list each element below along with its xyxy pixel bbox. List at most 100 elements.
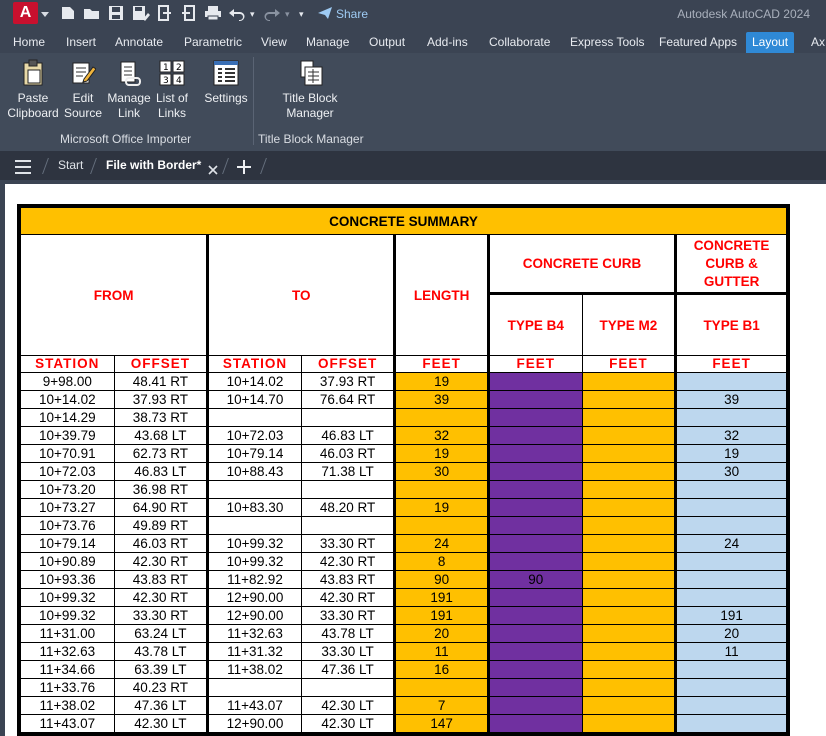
tab-annotate[interactable]: Annotate (115, 33, 163, 53)
cell-from-station: 11+43.07 (20, 714, 115, 733)
save-as-icon[interactable] (132, 5, 150, 23)
cell-type-b1 (675, 714, 787, 733)
tab-home[interactable]: Home (13, 33, 45, 53)
save-to-web-icon[interactable] (181, 5, 197, 23)
panel-label-title-block-manager: Title Block Manager (258, 132, 364, 146)
table-row: 10+73.20 36.98 RT (20, 480, 787, 499)
cell-to-offset: 37.93 RT (300, 372, 397, 391)
tab-layout[interactable]: Layout (746, 32, 795, 53)
cell-type-b4 (487, 624, 583, 643)
app-menu-arrow-icon[interactable] (41, 12, 49, 17)
settings-button[interactable]: Settings (203, 59, 249, 106)
hamburger-menu-icon[interactable] (14, 157, 32, 175)
cell-to-station: 10+83.30 (207, 498, 302, 517)
start-tab[interactable]: Start (58, 151, 83, 180)
tab-insert[interactable]: Insert (66, 33, 96, 53)
cell-type-b1 (675, 498, 787, 517)
header-type-b1: TYPE B1 (675, 292, 787, 356)
cell-type-b1: 11 (675, 642, 787, 661)
cell-from-station: 10+79.14 (20, 534, 115, 553)
header-type-m2: TYPE M2 (581, 292, 678, 356)
cell-from-offset: 36.98 RT (113, 480, 210, 499)
cell-from-offset: 62.73 RT (113, 444, 210, 463)
cell-from-offset: 42.30 RT (113, 588, 210, 607)
share-button[interactable]: Share (318, 5, 368, 23)
cell-length: 7 (394, 696, 490, 715)
svg-text:2: 2 (176, 63, 182, 73)
open-folder-icon[interactable] (83, 5, 101, 23)
close-tab-icon[interactable] (207, 158, 219, 175)
redo-icon[interactable] (263, 5, 281, 23)
cell-type-b1 (675, 588, 787, 607)
undo-dropdown-icon[interactable]: ▾ (250, 5, 255, 23)
tab-parametric[interactable]: Parametric (184, 33, 242, 53)
cell-from-offset: 64.90 RT (113, 498, 210, 517)
undo-icon[interactable] (228, 5, 246, 23)
tab-view[interactable]: View (261, 33, 287, 53)
cell-to-station: 10+88.43 (207, 462, 302, 481)
autocad-logo-button[interactable]: A (13, 2, 38, 24)
table-row: 9+98.00 48.41 RT 10+14.02 37.93 RT 19 (20, 372, 787, 391)
cell-to-station: 10+14.02 (207, 372, 302, 391)
open-from-web-icon[interactable] (157, 5, 173, 23)
cell-from-offset: 46.83 LT (113, 462, 210, 481)
cell-type-b1 (675, 408, 787, 427)
header-to: TO (207, 234, 397, 356)
paste-clipboard-button[interactable]: Paste Clipboard (6, 59, 60, 121)
cell-type-b1 (675, 372, 787, 391)
tab-add-ins[interactable]: Add-ins (427, 33, 468, 53)
plot-icon[interactable] (204, 5, 222, 23)
cell-to-station (207, 408, 302, 427)
cell-to-offset (300, 678, 397, 697)
cell-type-b1 (675, 696, 787, 715)
active-file-tab[interactable]: File with Border* (106, 151, 201, 180)
cell-type-b1 (675, 552, 787, 571)
cell-from-offset: 40.23 RT (113, 678, 210, 697)
cell-from-station: 10+73.27 (20, 498, 115, 517)
cell-type-b1 (675, 516, 787, 535)
title-block-manager-button[interactable]: Title Block Manager (280, 59, 340, 121)
customize-qat-icon[interactable]: ▾ (299, 5, 304, 23)
paste-clipboard-label-2: Clipboard (7, 106, 59, 120)
cell-length: 30 (394, 462, 490, 481)
unit-to-station: STATION (207, 355, 302, 373)
cell-from-station: 10+93.36 (20, 570, 115, 589)
tab-collaborate[interactable]: Collaborate (489, 33, 550, 53)
edit-source-button[interactable]: Edit Source (63, 59, 103, 121)
save-icon[interactable] (108, 5, 124, 23)
paper-plane-icon (318, 6, 332, 19)
tab-output[interactable]: Output (369, 33, 405, 53)
table-row: 10+72.03 46.83 LT 10+88.43 71.38 LT 30 30 (20, 462, 787, 481)
cell-type-m2 (581, 678, 678, 697)
cell-to-offset: 47.36 LT (300, 660, 397, 679)
cell-from-station: 9+98.00 (20, 372, 115, 391)
list-of-links-button[interactable]: 1234 List of Links (153, 59, 191, 121)
tab-featured-apps[interactable]: Featured Apps (659, 33, 737, 53)
cell-type-b4 (487, 516, 583, 535)
tab-express-tools[interactable]: Express Tools (570, 33, 644, 53)
title-bar: A ▾ ▾ ▾ Share Autodesk AutoCAD 2024 (0, 0, 826, 29)
drawing-canvas[interactable]: CONCRETE SUMMARY FROM TO LENGTH CONCRETE… (5, 184, 826, 736)
cell-type-b4 (487, 552, 583, 571)
header-type-b4: TYPE B4 (487, 292, 583, 356)
table-row: 10+39.79 43.68 LT 10+72.03 46.83 LT 32 32 (20, 426, 787, 445)
cell-to-station: 10+99.32 (207, 534, 302, 553)
redo-dropdown-icon[interactable]: ▾ (285, 5, 290, 23)
cell-type-b1 (675, 480, 787, 499)
cell-from-offset: 47.36 LT (113, 696, 210, 715)
cell-type-b4 (487, 498, 583, 517)
tab-manage[interactable]: Manage (306, 33, 349, 53)
cell-to-offset: 42.30 LT (300, 714, 397, 733)
list-links-icon: 1234 (159, 59, 185, 87)
cell-length: 24 (394, 534, 490, 553)
table-row: 11+31.00 63.24 LT 11+32.63 43.78 LT 20 20 (20, 624, 787, 643)
cell-from-offset: 63.39 LT (113, 660, 210, 679)
cell-length: 19 (394, 372, 490, 391)
cell-from-offset: 42.30 LT (113, 714, 210, 733)
new-tab-plus-icon[interactable] (236, 157, 252, 175)
new-file-icon[interactable] (60, 5, 76, 23)
tab-ax[interactable]: Ax (811, 33, 825, 53)
cell-from-station: 10+70.91 (20, 444, 115, 463)
manage-link-button[interactable]: Manage Link (106, 59, 152, 121)
cell-to-station: 10+72.03 (207, 426, 302, 445)
